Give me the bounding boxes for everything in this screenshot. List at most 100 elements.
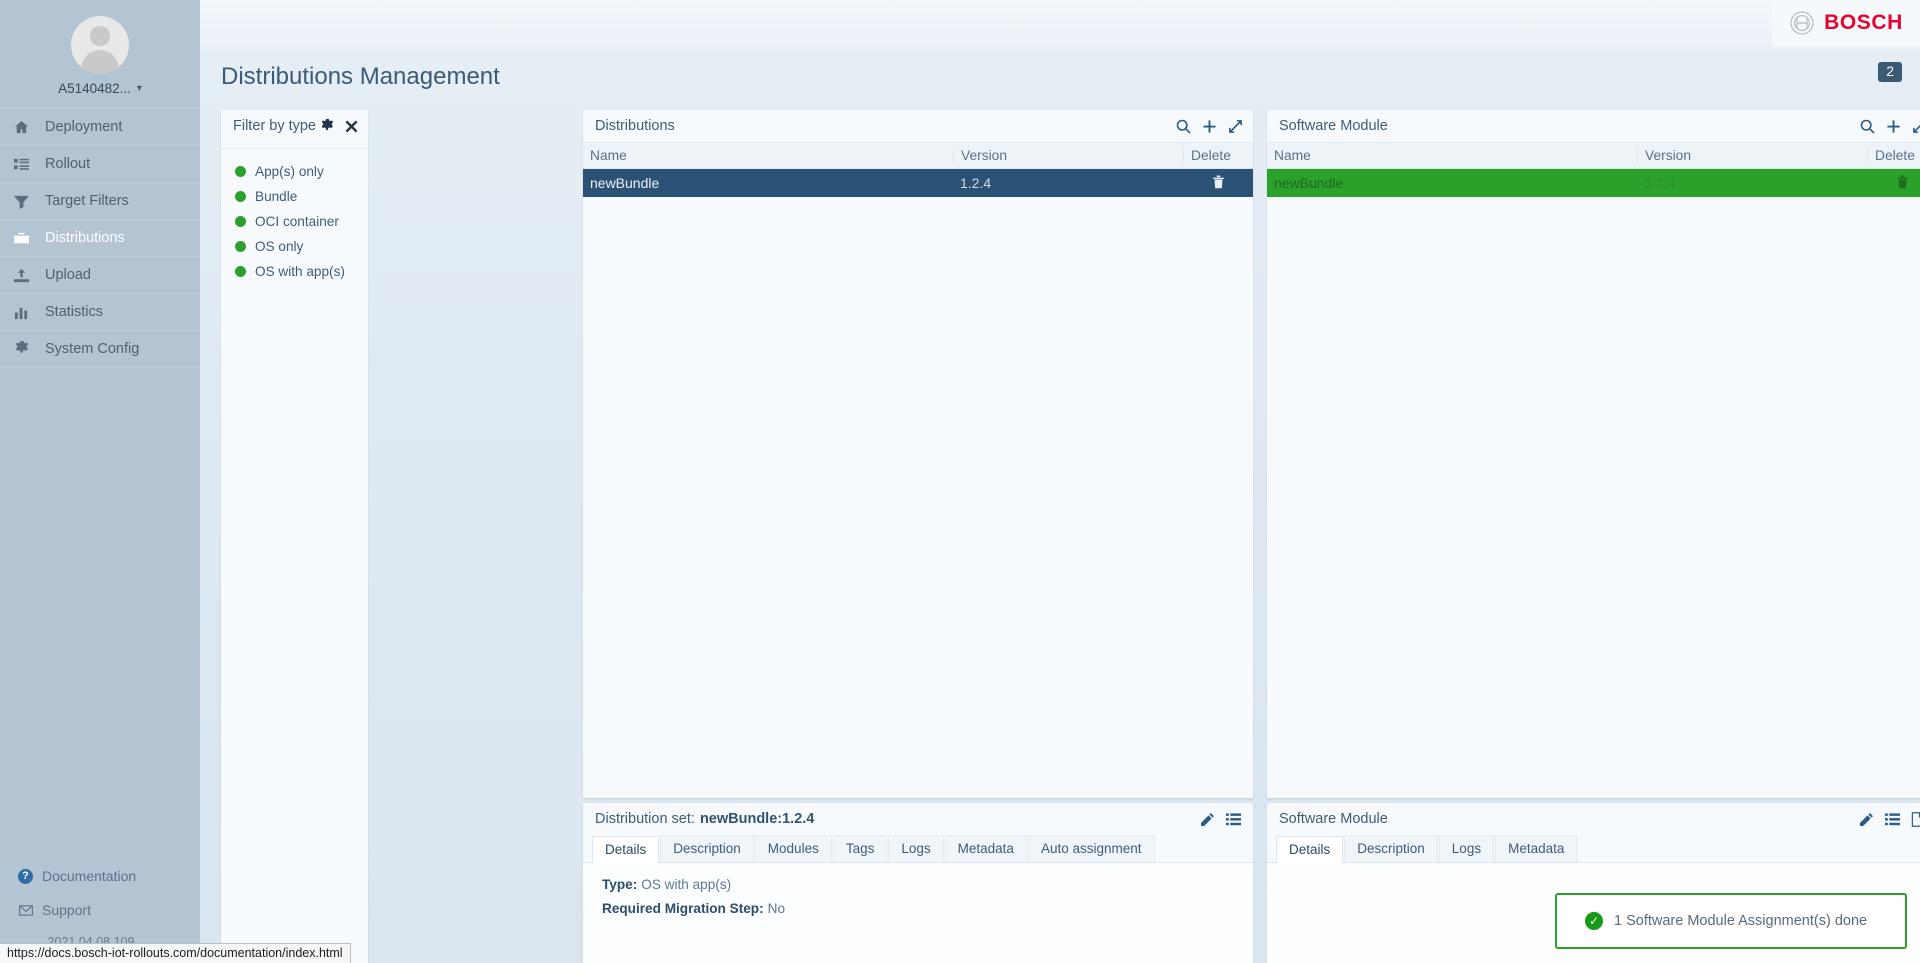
software-module-search-icon[interactable] bbox=[1860, 119, 1875, 134]
sidebar-item-rollout[interactable]: Rollout bbox=[0, 145, 200, 182]
sidebar: A5140482... ▾ Deployment Rollout Target … bbox=[0, 0, 200, 963]
distributions-panel: Distributions Name Version Delete newBun… bbox=[583, 110, 1253, 798]
tab-logs[interactable]: Logs bbox=[888, 835, 944, 862]
cell-name: newBundle bbox=[590, 175, 660, 191]
software-module-detail-tabs: Details Description Logs Metadata bbox=[1267, 835, 1920, 863]
column-header-name: Name bbox=[1274, 148, 1311, 163]
left-filter-item-label: OS with app(s) bbox=[255, 264, 345, 279]
tab-metadata[interactable]: Metadata bbox=[1495, 835, 1578, 862]
distributions-header: Distributions bbox=[583, 110, 1253, 142]
brand-logo: BOSCH bbox=[1772, 0, 1920, 46]
column-header-delete: Delete bbox=[1183, 148, 1253, 163]
documentation-link[interactable]: ? Documentation bbox=[0, 859, 200, 893]
trash-icon bbox=[1212, 175, 1225, 192]
distributions-maximize-icon[interactable] bbox=[1228, 119, 1243, 134]
column-header-name: Name bbox=[590, 148, 627, 163]
sidebar-item-deployment[interactable]: Deployment bbox=[0, 108, 200, 145]
module-edit-icon[interactable] bbox=[1859, 812, 1874, 827]
type-dot-icon bbox=[235, 241, 246, 252]
sidebar-item-label: System Config bbox=[45, 340, 140, 357]
tab-details[interactable]: Details bbox=[1276, 836, 1344, 863]
distribution-metadata-list-icon[interactable] bbox=[1226, 812, 1241, 827]
cell-version: 1.2.4 bbox=[960, 175, 992, 191]
left-filter-title: Filter by type bbox=[233, 118, 316, 134]
distribution-detail-header: Distribution set: newBundle:1.2.4 bbox=[583, 803, 1253, 835]
home-icon bbox=[12, 120, 31, 135]
distribution-detail-label: Distribution set: bbox=[595, 811, 695, 827]
tab-details[interactable]: Details bbox=[592, 836, 660, 863]
status-bar-url: https://docs.bosch-iot-rollouts.com/docu… bbox=[0, 943, 351, 963]
top-bar: BOSCH bbox=[200, 0, 1920, 50]
row-delete-button[interactable] bbox=[1867, 175, 1920, 192]
bosch-mark-icon bbox=[1789, 10, 1815, 36]
left-filter-item-oci-container[interactable]: OCI container bbox=[221, 209, 368, 234]
software-module-add-icon[interactable] bbox=[1886, 119, 1901, 134]
help-icon: ? bbox=[18, 868, 33, 884]
support-label: Support bbox=[42, 902, 92, 918]
row-delete-button[interactable] bbox=[1183, 175, 1253, 192]
left-filter-item-os-with-apps[interactable]: OS with app(s) bbox=[221, 259, 368, 284]
software-module-detail-title: Software Module bbox=[1279, 811, 1388, 827]
detail-field-migration-step: Required Migration Step: No bbox=[602, 901, 1253, 916]
left-filter-item-apps-only[interactable]: App(s) only bbox=[221, 159, 368, 184]
table-row[interactable]: newBundle 1.2.4 bbox=[583, 169, 1253, 197]
left-filter-item-label: OS only bbox=[255, 239, 304, 254]
column-header-delete: Delete bbox=[1867, 148, 1920, 163]
tab-modules[interactable]: Modules bbox=[754, 835, 832, 862]
tab-auto-assignment[interactable]: Auto assignment bbox=[1027, 835, 1155, 862]
avatar[interactable] bbox=[71, 16, 129, 74]
distribution-edit-icon[interactable] bbox=[1200, 812, 1215, 827]
sidebar-nav: Deployment Rollout Target Filters Distri… bbox=[0, 108, 200, 367]
mail-icon bbox=[18, 904, 33, 916]
tab-logs[interactable]: Logs bbox=[1438, 835, 1495, 862]
module-artifact-file-icon[interactable] bbox=[1911, 811, 1920, 827]
sidebar-item-label: Target Filters bbox=[45, 193, 129, 209]
sidebar-item-upload[interactable]: Upload bbox=[0, 256, 200, 293]
type-dot-icon bbox=[235, 166, 246, 177]
detail-field-key: Type: bbox=[602, 877, 638, 892]
module-metadata-list-icon[interactable] bbox=[1885, 812, 1900, 827]
detail-field-key: Required Migration Step: bbox=[602, 901, 764, 916]
page-title: Distributions Management bbox=[221, 63, 500, 90]
page-content: Distributions Management Filter by type bbox=[200, 50, 1920, 963]
column-header-version: Version bbox=[953, 148, 1183, 163]
sidebar-item-target-filters[interactable]: Target Filters bbox=[0, 182, 200, 219]
support-link[interactable]: Support bbox=[0, 893, 200, 927]
sidebar-item-statistics[interactable]: Statistics bbox=[0, 293, 200, 330]
user-menu[interactable]: A5140482... ▾ bbox=[0, 81, 200, 108]
left-filter-gear-icon[interactable] bbox=[320, 119, 334, 133]
software-module-table-header: Name Version Delete bbox=[1267, 142, 1920, 169]
sidebar-item-system-config[interactable]: System Config bbox=[0, 330, 200, 367]
sidebar-item-distributions[interactable]: Distributions bbox=[0, 219, 200, 256]
distributions-table-body: newBundle 1.2.4 bbox=[583, 169, 1253, 797]
software-module-maximize-icon[interactable] bbox=[1912, 119, 1920, 134]
left-filter-close-icon[interactable] bbox=[345, 120, 358, 133]
tab-tags[interactable]: Tags bbox=[832, 835, 888, 862]
distributions-add-icon[interactable] bbox=[1202, 119, 1217, 134]
list-icon bbox=[12, 157, 31, 172]
table-row[interactable]: newBundle 1.2.4 bbox=[1267, 169, 1920, 197]
distribution-detail-tabs: Details Description Modules Tags Logs Me… bbox=[583, 835, 1253, 863]
user-name: A5140482... bbox=[58, 81, 131, 96]
software-module-title: Software Module bbox=[1279, 118, 1388, 134]
avatar-wrapper bbox=[0, 0, 200, 74]
toast-notification[interactable]: ✓ 1 Software Module Assignment(s) done bbox=[1555, 893, 1907, 949]
detail-field-value: OS with app(s) bbox=[641, 877, 732, 892]
left-filter-header: Filter by type bbox=[221, 110, 368, 142]
distributions-search-icon[interactable] bbox=[1176, 119, 1191, 134]
left-filter-item-label: OCI container bbox=[255, 214, 339, 229]
toast-message: 1 Software Module Assignment(s) done bbox=[1614, 913, 1868, 929]
distribution-detail-panel: Distribution set: newBundle:1.2.4 Detail… bbox=[583, 803, 1253, 963]
sidebar-item-label: Upload bbox=[45, 267, 91, 283]
funnel-icon bbox=[12, 194, 31, 209]
left-filter-item-os-only[interactable]: OS only bbox=[221, 234, 368, 259]
sidebar-item-label: Distributions bbox=[45, 230, 125, 246]
software-module-header: Software Module bbox=[1267, 110, 1920, 142]
tab-description[interactable]: Description bbox=[1344, 835, 1438, 862]
tab-metadata[interactable]: Metadata bbox=[944, 835, 1027, 862]
chevron-down-icon: ▾ bbox=[136, 83, 142, 94]
cell-version: 1.2.4 bbox=[1644, 175, 1676, 191]
tab-description[interactable]: Description bbox=[660, 835, 754, 862]
trash-icon bbox=[1896, 175, 1909, 192]
left-filter-item-bundle[interactable]: Bundle bbox=[221, 184, 368, 209]
